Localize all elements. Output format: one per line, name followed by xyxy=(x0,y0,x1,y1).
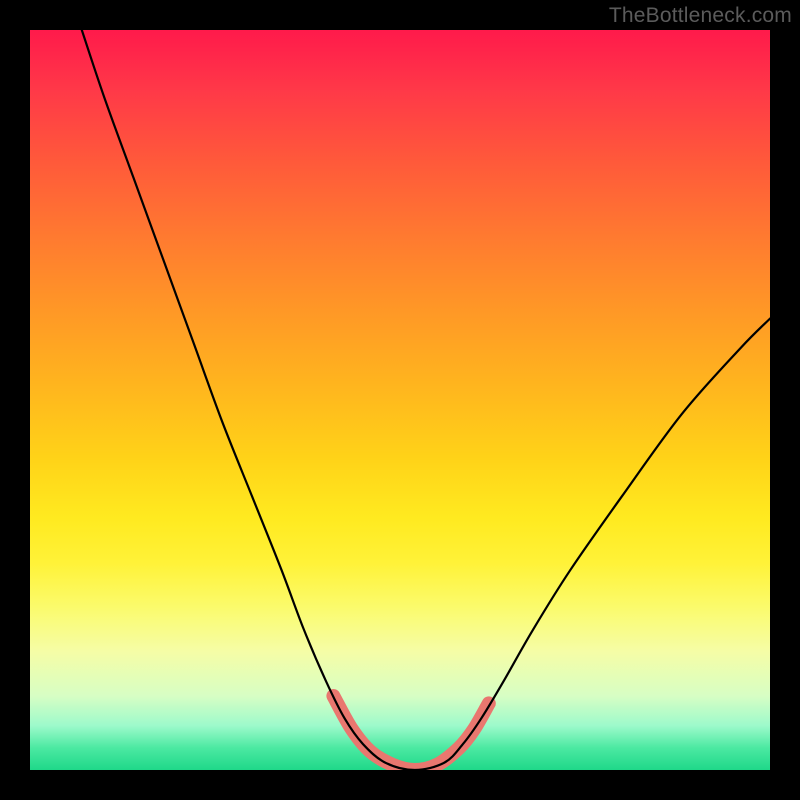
chart-svg xyxy=(30,30,770,770)
marker-highlight xyxy=(333,696,488,770)
plot-area xyxy=(30,30,770,770)
bottleneck-curve xyxy=(82,30,770,770)
watermark-label: TheBottleneck.com xyxy=(609,4,792,28)
chart-frame: TheBottleneck.com xyxy=(0,0,800,800)
